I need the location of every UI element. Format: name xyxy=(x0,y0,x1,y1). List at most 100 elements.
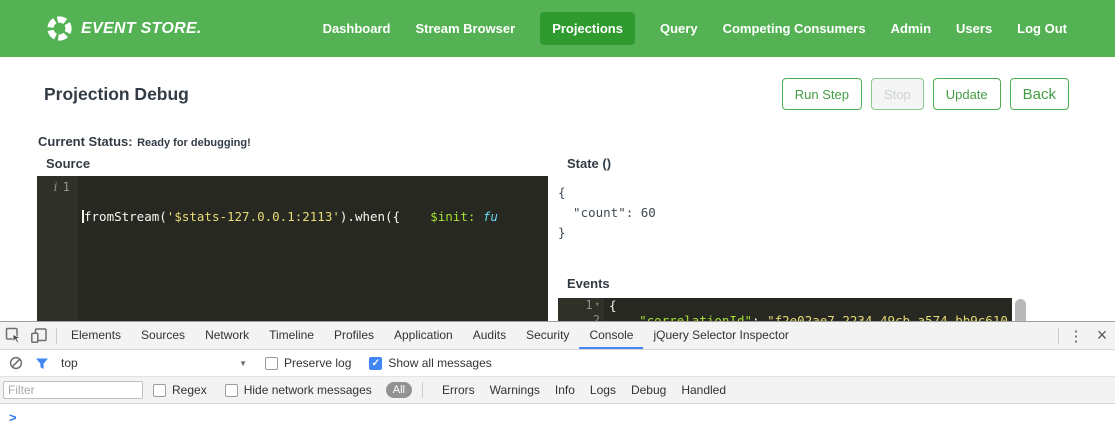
events-editor-wrap: 1▾ {2 "correlationId": "f2e02ae7-2234-49c… xyxy=(558,298,1012,321)
console-filter-bar: Regex Hide network messages All Errors Wa… xyxy=(0,377,1115,404)
hide-network-label: Hide network messages xyxy=(244,383,372,397)
devtools-tabbar: ElementsSourcesNetworkTimelineProfilesAp… xyxy=(0,322,1115,350)
brand-name: EVENT STORE. xyxy=(81,20,202,38)
code-segment: "f2e02ae7-2234-49cb-a574-bb9c610 xyxy=(767,313,1008,321)
show-all-messages-checkbox[interactable]: ✓ xyxy=(369,357,382,370)
tab-network[interactable]: Network xyxy=(195,322,259,349)
hide-network-checkbox[interactable] xyxy=(225,384,238,397)
filter-level-debug[interactable]: Debug xyxy=(631,383,666,397)
update-button[interactable]: Update xyxy=(933,78,1001,110)
page-header: Projection Debug Run Step Stop Update Back xyxy=(37,78,1069,110)
filter-level-warnings[interactable]: Warnings xyxy=(490,383,540,397)
state-events-section: State () { "count": 60 } Events 1▾{2 "co… xyxy=(558,156,1069,321)
source-editor[interactable]: i 1 fromStream('$stats-127.0.0.1:2113').… xyxy=(37,176,548,321)
state-heading: State () xyxy=(567,156,1069,171)
events-scrollbar-thumb[interactable] xyxy=(1015,299,1026,321)
preserve-log-checkbox[interactable] xyxy=(265,357,278,370)
code-segment: fromStream( xyxy=(84,209,167,224)
tab-security[interactable]: Security xyxy=(516,322,579,349)
tab-console[interactable]: Console xyxy=(579,322,643,349)
filter-level-logs[interactable]: Logs xyxy=(590,383,616,397)
main-nav: Dashboard Stream Browser Projections Query C… xyxy=(298,12,1067,45)
annotation-info-icon: i xyxy=(54,180,58,194)
line-number: 1 xyxy=(585,298,592,313)
tab-application[interactable]: Application xyxy=(384,322,463,349)
nav-item-competing-consumers[interactable]: Competing Consumers xyxy=(723,12,866,45)
events-editor[interactable]: 1▾ {2 "correlationId": "f2e02ae7-2234-49c… xyxy=(558,298,1012,321)
tab-sources[interactable]: Sources xyxy=(131,322,195,349)
code-segment: '$stats-127.0.0.1:2113' xyxy=(167,209,340,224)
status-value: Ready for debugging! xyxy=(137,137,251,149)
brand[interactable]: EVENT STORE. xyxy=(46,15,202,42)
source-section: Source i 1 fromStream('$stats-127.0.0.1:… xyxy=(37,156,548,321)
run-step-button[interactable]: Run Step xyxy=(782,78,862,110)
close-devtools-icon[interactable]: × xyxy=(1089,323,1115,349)
filter-level-info[interactable]: Info xyxy=(555,383,575,397)
chevron-down-icon: ▼ xyxy=(239,359,247,368)
tab-jquery-selector-inspector[interactable]: jQuery Selector Inspector xyxy=(643,322,798,349)
show-all-messages-label: Show all messages xyxy=(388,356,491,370)
nav-item-log-out[interactable]: Log Out xyxy=(1017,12,1067,45)
status-line: Current Status: Ready for debugging! xyxy=(38,133,1069,151)
device-toolbar-icon[interactable] xyxy=(26,323,52,349)
code-segment: "correlationId" xyxy=(639,313,752,321)
filter-input[interactable] xyxy=(3,381,143,399)
overflow-menu-icon[interactable]: ⋮ xyxy=(1063,323,1089,349)
code-segment: : xyxy=(752,313,767,321)
filter-icon[interactable] xyxy=(29,350,55,376)
console-output[interactable]: > xyxy=(0,404,1115,436)
regex-toggle[interactable]: Regex xyxy=(153,383,207,397)
console-prompt-chevron-icon[interactable]: > xyxy=(9,410,17,425)
preserve-log-toggle[interactable]: Preserve log xyxy=(265,356,351,370)
filter-level-handled[interactable]: Handled xyxy=(681,383,726,397)
devtools-tabs: ElementsSourcesNetworkTimelineProfilesAp… xyxy=(61,322,1054,349)
nav-item-projections[interactable]: Projections xyxy=(540,12,635,45)
page-title: Projection Debug xyxy=(44,84,189,105)
events-line-gutter: 2 xyxy=(558,313,604,321)
app-window: EVENT STORE. Dashboard Stream Browser Proj… xyxy=(0,0,1115,436)
filter-level-errors[interactable]: Errors xyxy=(442,383,475,397)
status-label: Current Status: xyxy=(38,134,133,149)
execution-context-selector[interactable]: top ▼ xyxy=(61,356,247,370)
back-button[interactable]: Back xyxy=(1010,78,1069,110)
events-line: 1▾ { xyxy=(558,298,1012,313)
tab-profiles[interactable]: Profiles xyxy=(324,322,384,349)
regex-checkbox[interactable] xyxy=(153,384,166,397)
source-editor-gutter: i 1 xyxy=(37,176,78,321)
source-editor-code[interactable]: fromStream('$stats-127.0.0.1:2113').when… xyxy=(78,176,548,321)
fold-arrow-icon[interactable]: ▾ xyxy=(595,298,600,313)
events-line-code: { xyxy=(604,298,1012,313)
divider xyxy=(1058,328,1059,344)
nav-item-stream-browser[interactable]: Stream Browser xyxy=(415,12,515,45)
hide-network-toggle[interactable]: Hide network messages xyxy=(225,383,372,397)
code-segment xyxy=(475,209,483,224)
nav-item-users[interactable]: Users xyxy=(956,12,992,45)
nav-item-admin[interactable]: Admin xyxy=(891,12,931,45)
divider xyxy=(422,382,423,398)
top-navbar: EVENT STORE. Dashboard Stream Browser Proj… xyxy=(0,0,1115,57)
stop-button: Stop xyxy=(871,78,924,110)
show-all-messages-toggle[interactable]: ✓ Show all messages xyxy=(369,356,491,370)
line-number: 2 xyxy=(593,313,600,321)
code-segment: fu xyxy=(483,209,498,224)
state-json: { "count": 60 } xyxy=(558,183,1069,243)
main-content: Projection Debug Run StepStopUpdateBack … xyxy=(0,57,1115,321)
tab-timeline[interactable]: Timeline xyxy=(259,322,324,349)
execution-context-value: top xyxy=(61,356,78,370)
action-buttons: Run Step Stop Update Back xyxy=(782,78,1069,110)
inspect-element-icon[interactable] xyxy=(0,323,26,349)
devtools-panel: ElementsSourcesNetworkTimelineProfilesAp… xyxy=(0,321,1115,436)
nav-item-query[interactable]: Query xyxy=(660,12,698,45)
tab-elements[interactable]: Elements xyxy=(61,322,131,349)
clear-console-icon[interactable] xyxy=(3,350,29,376)
tab-audits[interactable]: Audits xyxy=(463,322,516,349)
debug-columns: Source i 1 fromStream('$stats-127.0.0.1:… xyxy=(37,156,1069,321)
event-store-logo-icon xyxy=(46,15,73,42)
nav-item-dashboard[interactable]: Dashboard xyxy=(323,12,391,45)
code-segment: { xyxy=(609,298,617,313)
code-segment: ).when({ xyxy=(340,209,400,224)
regex-label: Regex xyxy=(172,383,207,397)
filter-level-all[interactable]: All xyxy=(386,382,412,398)
divider xyxy=(56,328,57,344)
code-segment xyxy=(609,313,639,321)
